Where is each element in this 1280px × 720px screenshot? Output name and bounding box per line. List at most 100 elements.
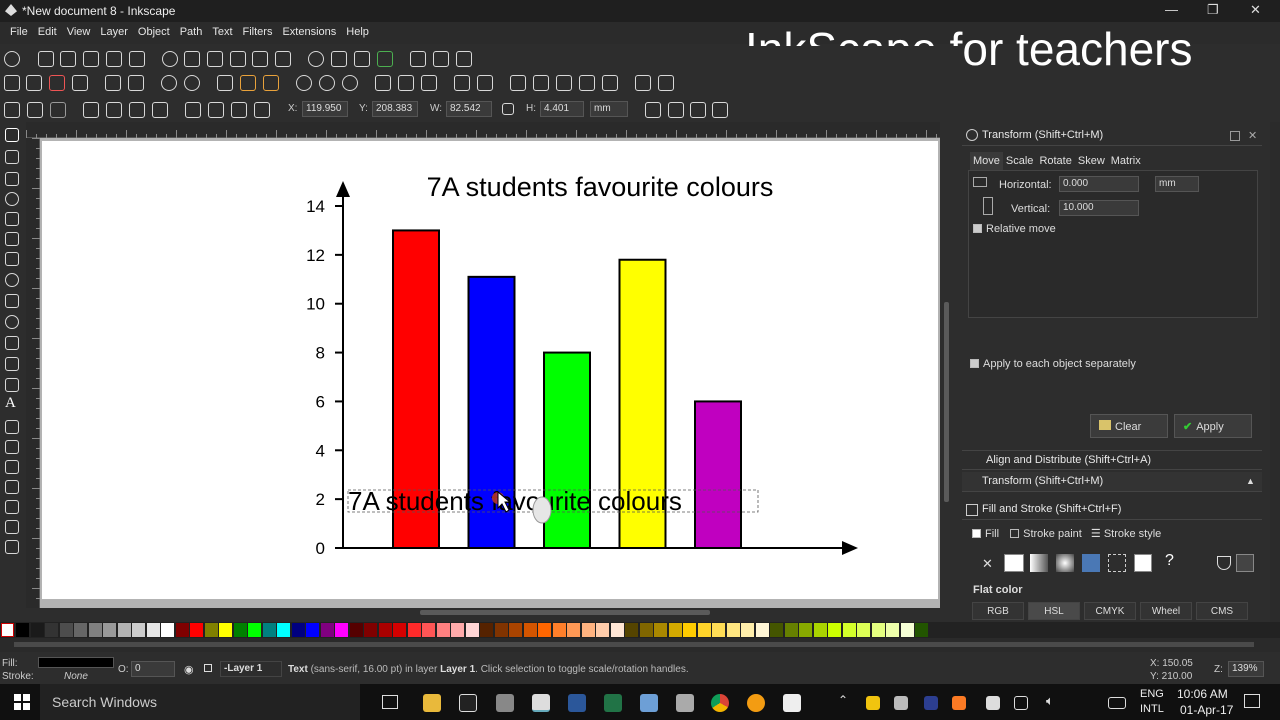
layer-lock-icon[interactable] [204, 664, 212, 672]
language-secondary[interactable]: INTL [1140, 703, 1164, 715]
layer-visibility-icon[interactable]: ◉ [184, 663, 194, 676]
panel-float-icon[interactable] [1230, 131, 1240, 141]
palette-swatch[interactable] [465, 623, 479, 637]
spray-tool-icon[interactable] [5, 420, 19, 434]
menu-edit[interactable]: Edit [33, 22, 62, 38]
raise-icon[interactable] [208, 102, 224, 118]
ungroup-icon[interactable] [477, 75, 493, 91]
bar-3[interactable] [543, 351, 591, 549]
tab-fill[interactable]: Fill [972, 528, 999, 540]
open-file-icon[interactable] [26, 75, 42, 91]
snap-guide-icon[interactable] [456, 51, 472, 67]
palette-swatch[interactable] [393, 623, 406, 637]
camera-icon[interactable] [676, 694, 694, 712]
palette-swatch[interactable] [132, 623, 145, 637]
palette-swatch[interactable] [886, 623, 899, 637]
paint-radial-icon[interactable] [1056, 554, 1074, 572]
palette-swatch[interactable] [277, 623, 290, 637]
snap-page-icon[interactable] [410, 51, 426, 67]
palette-swatch[interactable] [828, 623, 841, 637]
palette-swatch[interactable] [103, 623, 116, 637]
xml-editor-icon[interactable] [579, 75, 595, 91]
palette-swatch[interactable] [233, 623, 247, 637]
vertical-scroll-thumb[interactable] [944, 302, 949, 502]
align-distribute-icon[interactable] [602, 75, 618, 91]
palette-swatch[interactable] [422, 623, 435, 637]
export-icon[interactable] [128, 75, 144, 91]
zoom-page-icon[interactable] [342, 75, 358, 91]
palette-swatch[interactable] [262, 623, 276, 637]
menu-extensions[interactable]: Extensions [277, 22, 341, 38]
fill-indicator[interactable] [38, 657, 114, 668]
palette-swatch[interactable] [407, 623, 421, 637]
palette-swatch[interactable] [813, 623, 827, 637]
text-font-icon[interactable] [533, 75, 549, 91]
menu-text[interactable]: Text [207, 22, 237, 38]
snap-text-baseline-icon[interactable] [377, 51, 393, 67]
transform-patterns-icon[interactable] [712, 102, 728, 118]
paint-pattern-icon[interactable] [1108, 554, 1126, 572]
transform-panel-tab[interactable]: Transform (Shift+Ctrl+M) [962, 472, 1262, 492]
app-icon-orange[interactable] [747, 694, 765, 712]
redo-icon[interactable] [184, 75, 200, 91]
palette-swatch[interactable] [204, 623, 218, 637]
tweak-tool-icon[interactable] [5, 172, 19, 186]
volume-icon[interactable]: 🔈︎ [1046, 693, 1054, 709]
horizontal-scroll-thumb[interactable] [420, 610, 710, 615]
snap-toggle-icon[interactable] [4, 51, 20, 67]
panel-scrollbar[interactable] [1270, 122, 1280, 622]
connector-tool-icon[interactable] [5, 540, 19, 554]
palette-swatch[interactable] [320, 623, 334, 637]
bar-5[interactable] [694, 400, 742, 549]
palette-swatch[interactable] [552, 623, 566, 637]
scale-corners-icon[interactable] [668, 102, 684, 118]
duplicate-icon[interactable] [375, 75, 391, 91]
rectangle-tool-icon[interactable] [5, 232, 19, 246]
snap-bbox-icon[interactable] [38, 51, 54, 67]
palette-swatch[interactable] [59, 623, 73, 637]
tray-expand-icon[interactable]: ⌃ [838, 693, 848, 707]
rotate-ccw-icon[interactable] [83, 102, 99, 118]
palette-swatch[interactable] [190, 623, 203, 637]
layers-icon[interactable] [556, 75, 572, 91]
palette-swatch[interactable] [219, 623, 232, 637]
selector-tool-icon[interactable] [5, 128, 19, 142]
palette-scrollbar[interactable] [0, 638, 1280, 652]
tab-matrix[interactable]: Matrix [1108, 152, 1144, 170]
palette-swatch[interactable] [915, 623, 928, 637]
palette-swatch[interactable] [668, 623, 682, 637]
palette-swatch[interactable] [306, 623, 319, 637]
palette-swatch[interactable] [900, 623, 914, 637]
palette-swatch[interactable] [857, 623, 870, 637]
excel-icon[interactable] [604, 694, 622, 712]
paint-unset-icon[interactable]: ? [1165, 552, 1174, 570]
palette-swatch[interactable] [494, 623, 508, 637]
menu-path[interactable]: Path [175, 22, 208, 38]
menu-object[interactable]: Object [133, 22, 175, 38]
tab-wheel[interactable]: Wheel [1140, 602, 1192, 620]
palette-swatch[interactable] [654, 623, 667, 637]
group-icon[interactable] [454, 75, 470, 91]
palette-swatch[interactable] [509, 623, 522, 637]
apply-button[interactable]: ✔ Apply [1174, 414, 1252, 438]
windows-start-icon[interactable] [14, 694, 30, 710]
collapse-arrow-icon[interactable]: ▲ [1246, 476, 1255, 486]
print-icon[interactable] [72, 75, 88, 91]
palette-swatch[interactable] [378, 623, 392, 637]
paint-none-icon[interactable]: ✕ [982, 556, 993, 572]
node-tool-icon[interactable] [5, 150, 19, 164]
x-field[interactable]: 119.950 [302, 101, 348, 117]
copy-icon[interactable] [217, 75, 233, 91]
fill-rule-nonzero-icon[interactable] [1236, 554, 1254, 572]
transform-gradients-icon[interactable] [690, 102, 706, 118]
chrome-icon[interactable] [711, 694, 729, 712]
horizontal-field[interactable]: 0.000 [1059, 176, 1139, 192]
minimize-button[interactable]: — [1165, 2, 1178, 17]
canvas[interactable]: 0 2 4 6 8 10 12 14 7A students favourite colour… [40, 138, 940, 608]
align-panel-title[interactable]: Align and Distribute (Shift+Ctrl+A) [962, 450, 1262, 470]
word-icon[interactable] [568, 694, 586, 712]
snap-intersections-icon[interactable] [207, 51, 223, 67]
palette-swatch[interactable] [45, 623, 58, 637]
snap-grid-icon[interactable] [433, 51, 449, 67]
palette-swatch[interactable] [335, 623, 348, 637]
